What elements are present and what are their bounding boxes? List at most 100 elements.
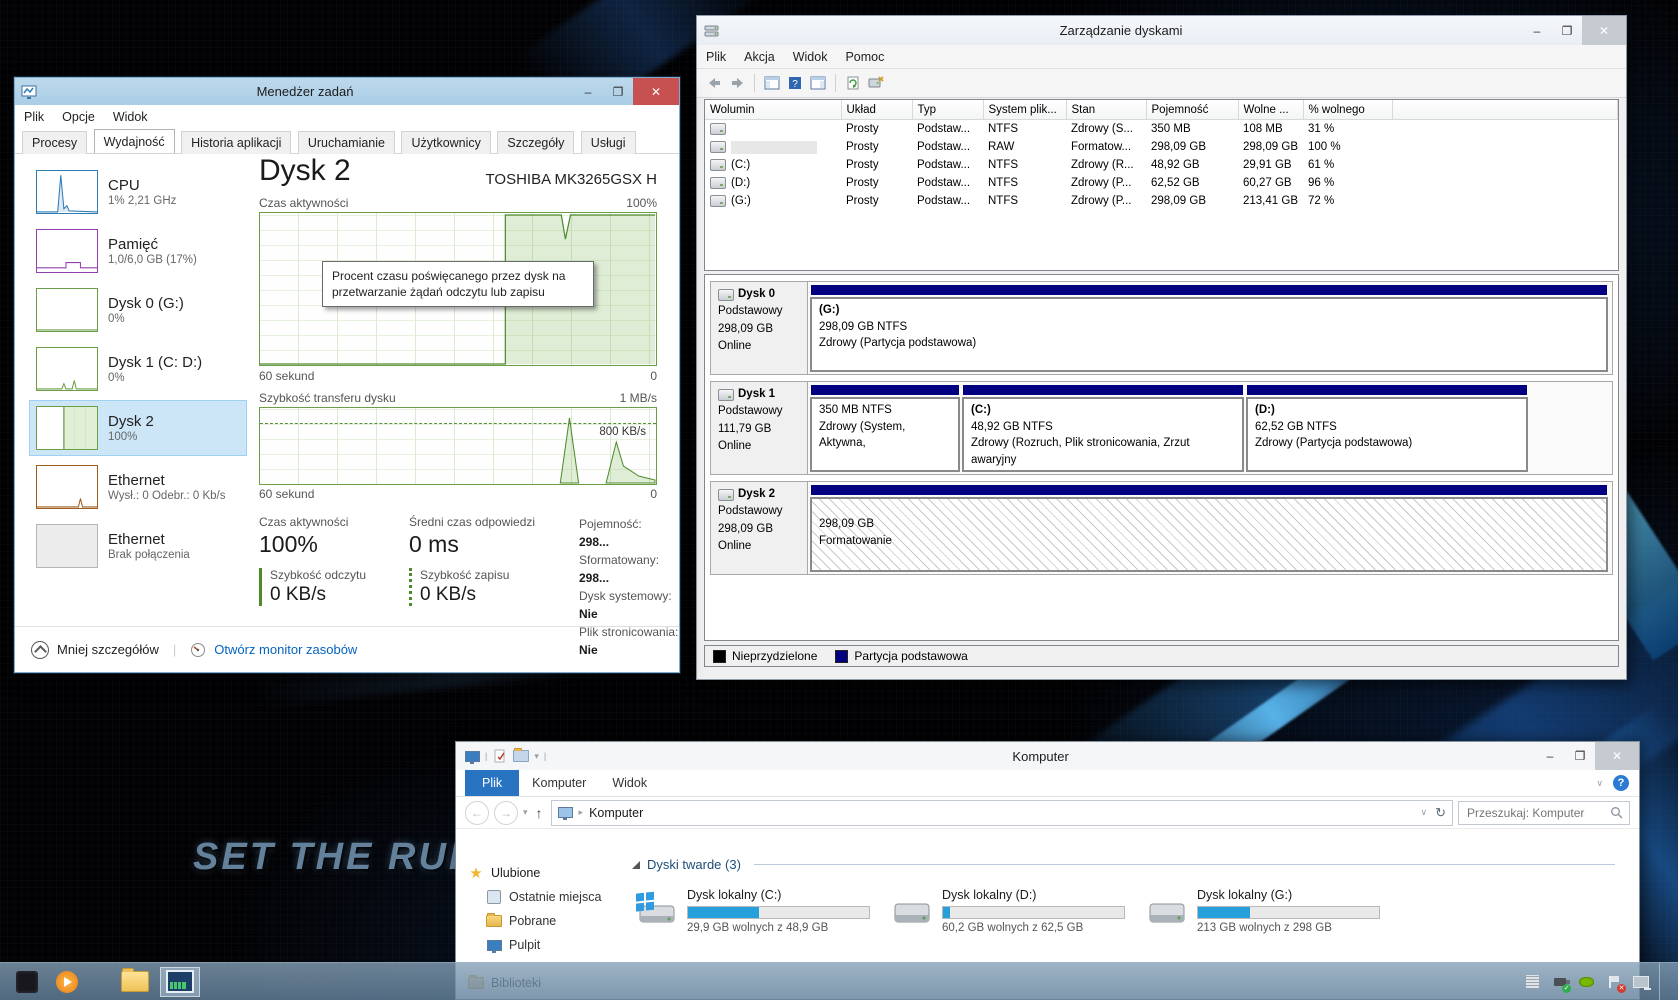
disk0-header[interactable]: Dysk 0 Podstawowy 298,09 GB Online bbox=[710, 281, 808, 375]
back-icon[interactable]: ← bbox=[465, 800, 489, 825]
volume-row[interactable]: (G:) Prosty Podstaw... NTFS Zdrowy (P...… bbox=[705, 192, 1618, 210]
refresh-icon[interactable]: ↻ bbox=[1435, 805, 1446, 821]
ribbon-tab-widok[interactable]: Widok bbox=[599, 770, 660, 796]
search-box[interactable] bbox=[1458, 800, 1630, 825]
partition-g[interactable]: (G:) 298,09 GB NTFS Zdrowy (Partycja pod… bbox=[810, 284, 1610, 372]
sidebar-favorites[interactable]: ★ Ulubione bbox=[468, 861, 608, 885]
open-resource-monitor-link[interactable]: Otwórz monitor zasobów bbox=[214, 642, 357, 657]
partition-c[interactable]: (C:) 48,92 GB NTFS Zdrowy (Rozruch, Plik… bbox=[962, 384, 1246, 472]
minimize-button[interactable]: – bbox=[1535, 742, 1565, 770]
forward-icon[interactable] bbox=[728, 74, 746, 92]
partition-formatting[interactable]: 298,09 GB Formatowanie bbox=[810, 484, 1610, 572]
menu-pomoc[interactable]: Pomoc bbox=[836, 50, 893, 64]
col-pojemnosc[interactable]: Pojemność bbox=[1146, 100, 1239, 120]
forward-icon[interactable]: → bbox=[494, 800, 518, 825]
menu-plik[interactable]: Plik bbox=[15, 110, 53, 124]
maximize-button[interactable]: ❐ bbox=[603, 78, 633, 105]
minimize-button[interactable]: – bbox=[573, 78, 603, 105]
close-button[interactable]: ✕ bbox=[633, 78, 679, 105]
show-console-tree-icon[interactable] bbox=[763, 74, 781, 92]
network-icon[interactable] bbox=[1632, 973, 1651, 990]
sidebar-item-ethernet[interactable]: Ethernet Wysł.: 0 Odebr.: 0 Kb/s bbox=[29, 459, 247, 515]
tab-uslugi[interactable]: Usługi bbox=[580, 131, 636, 154]
task-manager-titlebar[interactable]: Menedżer zadań – ❐ ✕ bbox=[15, 78, 679, 105]
maximize-button[interactable]: ❐ bbox=[1565, 742, 1595, 770]
new-folder-icon[interactable] bbox=[513, 748, 530, 764]
input-indicator-icon[interactable] bbox=[1524, 973, 1541, 990]
address-dropdown-icon[interactable]: ∨ bbox=[1421, 807, 1428, 818]
taskbar-app-dark[interactable] bbox=[12, 967, 42, 997]
volume-row[interactable]: (C:) Prosty Podstaw... NTFS Zdrowy (R...… bbox=[705, 156, 1618, 174]
qat-dropdown-icon[interactable]: ▾ bbox=[534, 751, 539, 762]
menu-akcja[interactable]: Akcja bbox=[735, 50, 784, 64]
volume-row-selected[interactable]: Prosty Podstaw... RAW Formatow... 298,09… bbox=[705, 138, 1618, 156]
menu-widok[interactable]: Widok bbox=[784, 50, 837, 64]
col-wolumin[interactable]: Wolumin bbox=[705, 100, 842, 120]
sidebar-item-ethernet-disconnected[interactable]: Ethernet Brak połączenia bbox=[29, 518, 247, 574]
taskbar-file-explorer-icon[interactable] bbox=[120, 967, 150, 997]
ribbon-tab-plik[interactable]: Plik bbox=[465, 770, 520, 796]
sidebar-item-disk2[interactable]: Dysk 2 100% bbox=[29, 400, 247, 456]
fewer-details-button[interactable]: Mniej szczegółów bbox=[57, 642, 159, 657]
breadcrumb[interactable]: Komputer bbox=[589, 806, 643, 820]
sidebar-item-cpu[interactable]: CPU 1% 2,21 GHz bbox=[29, 164, 247, 220]
minimize-button[interactable]: – bbox=[1522, 16, 1552, 45]
taskbar-task-manager-icon[interactable] bbox=[160, 966, 200, 997]
refresh-icon[interactable] bbox=[844, 74, 862, 92]
sidebar-item-recent-places[interactable]: Ostatnie miejsca bbox=[468, 885, 608, 909]
partition-d[interactable]: (D:) 62,52 GB NTFS Zdrowy (Partycja pods… bbox=[1246, 384, 1530, 472]
taskbar-media-player-icon[interactable] bbox=[52, 967, 82, 997]
drive-tile-d[interactable]: Dysk lokalny (D:) 60,2 GB wolnych z 62,5… bbox=[887, 888, 1142, 934]
tab-szczegoly[interactable]: Szczegóły bbox=[497, 131, 575, 154]
sidebar-item-downloads[interactable]: Pobrane bbox=[468, 909, 608, 933]
nvidia-icon[interactable] bbox=[1578, 973, 1595, 990]
tab-procesy[interactable]: Procesy bbox=[22, 131, 88, 154]
close-button[interactable]: ✕ bbox=[1595, 742, 1639, 770]
group-collapse-icon[interactable] bbox=[632, 860, 640, 869]
properties-icon[interactable] bbox=[492, 748, 508, 764]
group-header[interactable]: Dyski twarde (3) bbox=[632, 857, 1615, 872]
menu-plik[interactable]: Plik bbox=[697, 50, 735, 64]
disk1-header[interactable]: Dysk 1 Podstawowy 111,79 GB Online bbox=[710, 381, 808, 475]
show-action-pane-icon[interactable] bbox=[809, 74, 827, 92]
col-pct-wolnego[interactable]: % wolnego bbox=[1303, 100, 1393, 120]
disk-management-titlebar[interactable]: Zarządzanie dyskami – ❐ ✕ bbox=[697, 16, 1626, 45]
sidebar-item-disk0[interactable]: Dysk 0 (G:) 0% bbox=[29, 282, 247, 338]
sidebar-item-disk1[interactable]: Dysk 1 (C: D:) 0% bbox=[29, 341, 247, 397]
action-center-flag-icon[interactable]: ✕ bbox=[1605, 973, 1626, 993]
tab-uzytkownicy[interactable]: Użytkownicy bbox=[401, 131, 491, 154]
volume-row[interactable]: Prosty Podstaw... NTFS Zdrowy (S... 350 … bbox=[705, 120, 1618, 139]
recent-locations-icon[interactable]: ▾ bbox=[523, 807, 528, 818]
partition-system[interactable]: 350 MB NTFS Zdrowy (System, Aktywna, bbox=[810, 384, 962, 472]
sidebar-item-desktop[interactable]: Pulpit bbox=[468, 933, 608, 957]
volume-row[interactable]: (D:) Prosty Podstaw... NTFS Zdrowy (P...… bbox=[705, 174, 1618, 192]
col-system-plikow[interactable]: System plik... bbox=[983, 100, 1067, 120]
col-uklad[interactable]: Układ bbox=[841, 100, 913, 120]
address-bar[interactable]: ▸ Komputer ∨ ↻ bbox=[550, 799, 1453, 826]
menu-opcje[interactable]: Opcje bbox=[53, 110, 104, 124]
maximize-button[interactable]: ❐ bbox=[1552, 16, 1582, 45]
rescan-disks-icon[interactable] bbox=[867, 74, 885, 92]
ribbon-tab-komputer[interactable]: Komputer bbox=[519, 770, 599, 796]
close-button[interactable]: ✕ bbox=[1582, 16, 1626, 45]
tab-historia-aplikacji[interactable]: Historia aplikacji bbox=[181, 131, 292, 154]
drive-tile-c[interactable]: Dysk lokalny (C:) 29,9 GB wolnych z 48,9… bbox=[632, 888, 887, 934]
col-typ[interactable]: Typ bbox=[912, 100, 984, 120]
ribbon-expand-icon[interactable]: ∨ bbox=[1596, 778, 1603, 789]
tab-uruchamianie[interactable]: Uruchamianie bbox=[297, 131, 395, 154]
drive-tile-g[interactable]: Dysk lokalny (G:) 213 GB wolnych z 298 G… bbox=[1142, 888, 1397, 934]
explorer-titlebar[interactable]: | ▾ | Komputer – ❐ ✕ bbox=[456, 742, 1639, 770]
tab-wydajnosc[interactable]: Wydajność bbox=[93, 129, 175, 153]
usb-safely-remove-icon[interactable]: ✓ bbox=[1551, 973, 1571, 993]
col-wolne[interactable]: Wolne ... bbox=[1238, 100, 1304, 120]
back-icon[interactable] bbox=[705, 74, 723, 92]
disk2-header[interactable]: Dysk 2 Podstawowy 298,09 GB Online bbox=[710, 481, 808, 575]
col-stan[interactable]: Stan bbox=[1066, 100, 1147, 120]
search-input[interactable] bbox=[1465, 804, 1610, 821]
help-icon[interactable]: ? bbox=[1613, 775, 1629, 791]
up-icon[interactable]: ↑ bbox=[533, 805, 546, 821]
menu-widok[interactable]: Widok bbox=[104, 110, 157, 124]
sidebar-item-memory[interactable]: Pamięć 1,0/6,0 GB (17%) bbox=[29, 223, 247, 279]
show-desktop-button[interactable] bbox=[1659, 963, 1668, 1000]
help-icon[interactable]: ? bbox=[786, 74, 804, 92]
